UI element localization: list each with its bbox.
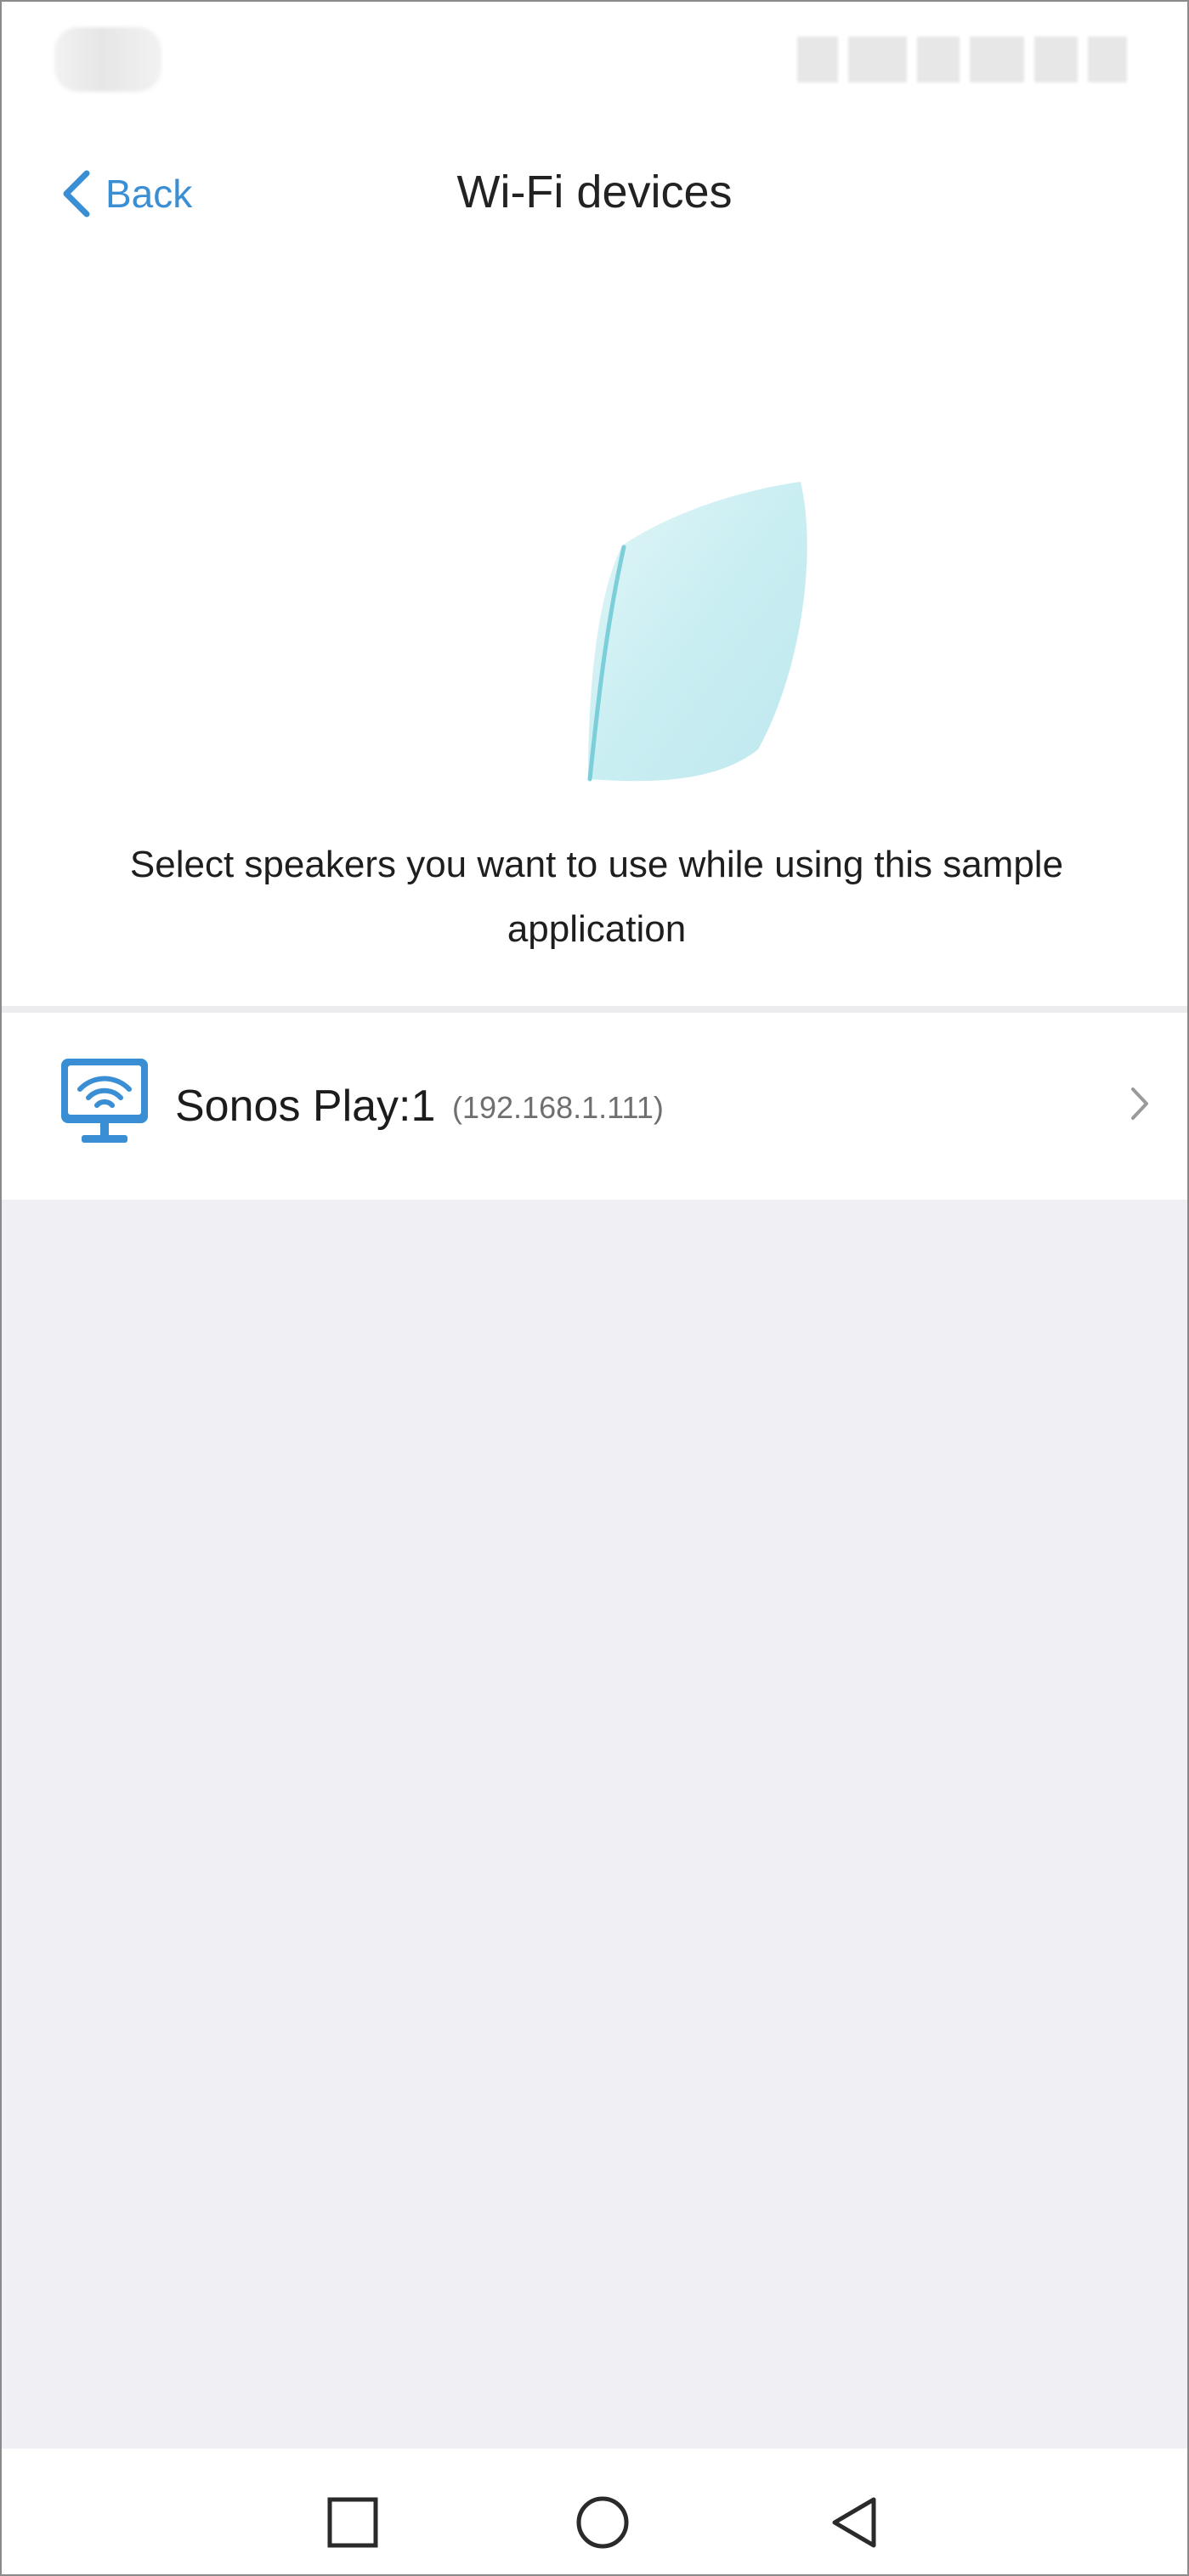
page-title: Wi-Fi devices <box>456 167 733 217</box>
device-ip: (192.168.1.111) <box>452 1090 664 1125</box>
recents-icon[interactable] <box>323 2493 382 2552</box>
chevron-right-icon <box>1131 1087 1148 1120</box>
back-triangle-icon[interactable] <box>826 2493 886 2552</box>
system-navigation-bar <box>2 2449 1187 2574</box>
device-name: Sonos Play:1 <box>175 1082 436 1131</box>
status-bar-left <box>54 27 161 92</box>
list-background <box>2 1200 1187 2449</box>
wifi-monitor-icon <box>61 1059 148 1143</box>
status-bar-right <box>797 25 1137 93</box>
navigation-header: Back Wi-Fi devices <box>2 129 1187 257</box>
instruction-text: Select speakers you want to use while us… <box>129 844 1064 950</box>
leaf-illustration-icon <box>587 482 807 782</box>
section-divider <box>2 1006 1187 1013</box>
list-item[interactable]: Sonos Play:1 (192.168.1.111) <box>2 1013 1187 1200</box>
app-screen: Back Wi-Fi devices Select speakers you w… <box>0 0 1189 2576</box>
home-icon[interactable] <box>573 2493 632 2552</box>
